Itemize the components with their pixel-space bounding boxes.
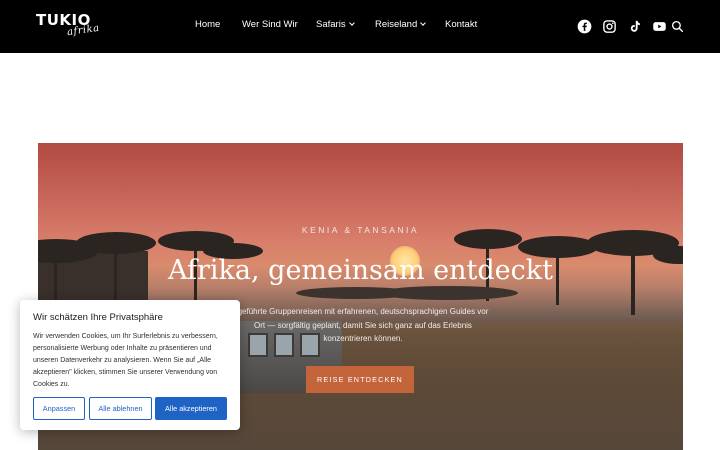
accept-all-button[interactable]: Alle akzeptieren: [155, 397, 227, 420]
hero-description: geführte Gruppenreisen mit erfahrenen, d…: [237, 307, 489, 343]
nav-item-safaris[interactable]: Safaris: [316, 19, 355, 30]
nav-item-wer-sind-wir[interactable]: Wer Sind Wir: [242, 19, 298, 30]
hero-title: Afrika, gemeinsam entdeckt: [167, 255, 553, 286]
chevron-down-icon: [348, 20, 355, 26]
search-icon[interactable]: [671, 20, 684, 33]
nav-item-home[interactable]: Home: [195, 19, 220, 30]
nav-item-reiseland[interactable]: Reiseland: [375, 19, 427, 30]
youtube-icon[interactable]: [652, 19, 667, 34]
nav-label: Home: [195, 19, 221, 30]
discover-trip-button[interactable]: REISE ENTDECKEN: [306, 366, 414, 393]
hero-kicker: KENIA & TANSANIA: [301, 225, 420, 235]
site-logo[interactable]: TUKIO afrika: [36, 10, 100, 44]
nav-label: Kontakt: [445, 19, 478, 30]
cookie-consent-dialog: Wir schätzen Ihre Privatsphäre Wir verwe…: [20, 300, 240, 430]
customize-button[interactable]: Anpassen: [33, 397, 85, 420]
instagram-icon[interactable]: [602, 19, 617, 34]
cookie-title: Wir schätzen Ihre Privatsphäre: [33, 312, 163, 323]
site-header: TUKIO afrika Home Wer Sind Wir Safaris R…: [0, 0, 720, 53]
cookie-text: Wir verwenden Cookies, um Ihr Surferlebn…: [33, 333, 218, 388]
reject-all-button[interactable]: Alle ablehnen: [89, 397, 152, 420]
tiktok-icon[interactable]: [627, 19, 642, 34]
nav-label: Safaris: [316, 19, 346, 30]
nav-label: Wer Sind Wir: [242, 19, 298, 30]
facebook-icon[interactable]: [577, 19, 592, 34]
nav-item-kontakt[interactable]: Kontakt: [445, 19, 477, 30]
chevron-down-icon: [420, 20, 427, 26]
nav-label: Reiseland: [375, 19, 418, 30]
